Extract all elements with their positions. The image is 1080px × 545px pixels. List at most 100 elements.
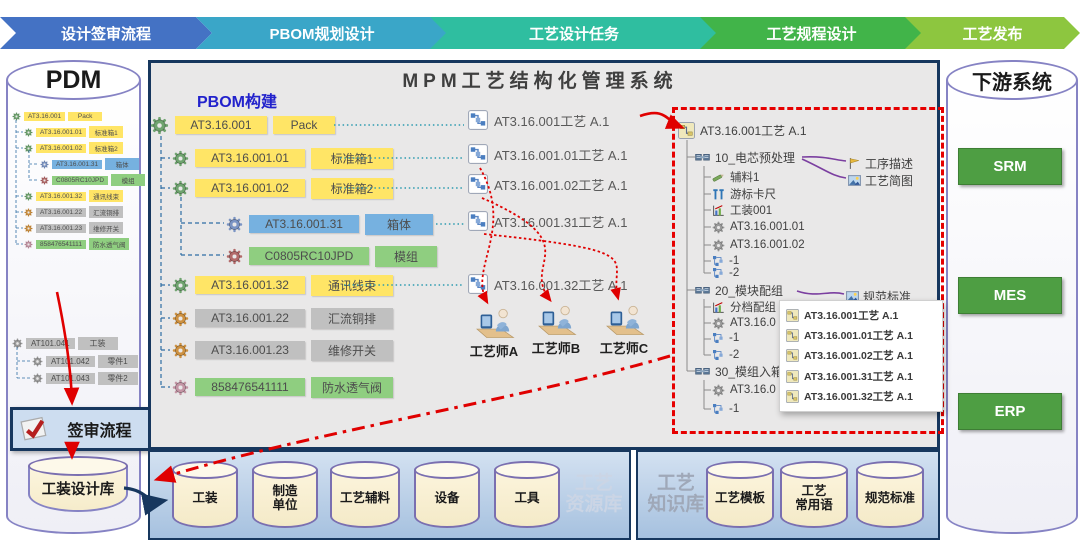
pdm-tree-row[interactable]: 858476541111防水透气阀	[24, 238, 129, 250]
banner-stage-pbom-planning[interactable]: PBOM规划设计	[196, 17, 448, 49]
part-code: AT3.16.001.02	[195, 179, 305, 197]
process-item[interactable]: AT3.16.001.32工艺 A.1	[468, 274, 627, 294]
engineer-c[interactable]: 工艺师C	[592, 303, 656, 357]
op-sketch-anno[interactable]: 工艺简图	[848, 172, 913, 189]
op-description-anno[interactable]: 工序描述	[848, 155, 913, 172]
routing-node[interactable]: 游标卡尺	[712, 186, 776, 202]
engineer-a[interactable]: 工艺师A	[462, 306, 526, 360]
routing-node[interactable]: -2	[712, 265, 739, 281]
process-item[interactable]: AT3.16.001.01工艺 A.1	[468, 144, 627, 164]
process-item-label: AT3.16.001.32工艺 A.1	[494, 275, 627, 294]
tooling-design-db[interactable]: 工装设计库	[28, 466, 128, 512]
routing-op-10[interactable]: 10_电芯预处理	[695, 149, 795, 165]
routing-node[interactable]: AT3.16.0	[712, 382, 776, 398]
db-standards[interactable]: 规范标准	[856, 470, 924, 528]
caliper-icon	[712, 188, 725, 201]
gear-icon	[712, 384, 725, 397]
part-code: AT3.16.001	[175, 116, 267, 134]
pdm-tree-row[interactable]: AT3.16.001.02标准箱2	[24, 142, 123, 154]
banner-stage-design-approval[interactable]: 设计签审流程	[0, 17, 212, 49]
node-label: AT3.16.0	[730, 317, 776, 329]
db-process-template[interactable]: 工艺模板	[706, 470, 774, 528]
pdm-tooling-row[interactable]: AT101.041工装	[12, 336, 118, 350]
popup-item[interactable]: AT3.16.001.01工艺 A.1	[786, 328, 936, 343]
process-item[interactable]: AT3.16.001工艺 A.1	[468, 110, 609, 130]
routing-node[interactable]: -2	[712, 347, 739, 363]
mini-flow-icon	[712, 349, 724, 361]
db-mfg-unit[interactable]: 制造 单位	[252, 470, 318, 528]
part-code: AT3.16.001.01	[36, 128, 86, 137]
anno-label: 工序描述	[865, 155, 913, 172]
pdm-tree-row[interactable]: AT3.16.001.31箱体	[40, 158, 139, 170]
db-label: 工具	[514, 491, 539, 505]
pdm-tree-row[interactable]: C0805RC10JPD模组	[40, 174, 145, 186]
erp-button[interactable]: ERP	[958, 393, 1062, 430]
approval-flow-box[interactable]: 签审流程	[10, 407, 153, 451]
routing-op-20[interactable]: 20_模块配组	[695, 282, 783, 298]
workbench-icon	[695, 152, 710, 163]
process-item[interactable]: AT3.16.001.02工艺 A.1	[468, 174, 627, 194]
part-code: AT101.042	[46, 356, 95, 367]
gear-icon	[712, 317, 725, 330]
material-icon	[712, 171, 725, 184]
routing-node[interactable]: AT3.16.001.01	[712, 219, 805, 235]
part-code: AT3.16.001.31	[249, 215, 359, 233]
popup-item[interactable]: AT3.16.001.31工艺 A.1	[786, 369, 936, 384]
routing-node[interactable]: 工装001	[712, 202, 772, 218]
pdm-tree-row[interactable]: AT3.16.001.32通讯线束	[24, 190, 123, 202]
pbom-row[interactable]: 858476541111防水透气阀	[172, 377, 393, 397]
pdm-tree-row[interactable]: AT3.16.001.01标准箱1	[24, 126, 123, 138]
engineer-b[interactable]: 工艺师B	[524, 303, 588, 357]
mes-button[interactable]: MES	[958, 277, 1062, 314]
routing-op-30[interactable]: 30_模组入箱	[695, 363, 783, 379]
engineer-icon	[472, 306, 516, 340]
routing-node[interactable]: 辅料1	[712, 169, 759, 185]
banner-stage-process-publish[interactable]: 工艺发布	[905, 17, 1080, 49]
process-item-label: AT3.16.001.02工艺 A.1	[494, 175, 627, 194]
db-label: 工艺辅料	[340, 491, 390, 505]
part-name: 标准箱1	[311, 148, 393, 169]
db-label: 规范标准	[865, 491, 915, 505]
routing-node[interactable]: AT3.16.001.02	[712, 237, 805, 253]
pbom-row[interactable]: AT3.16.001.22汇流铜排	[172, 308, 393, 328]
pdm-tooling-row[interactable]: AT101.042零件1	[32, 354, 138, 368]
pbom-row[interactable]: AT3.16.001.02 标准箱2	[172, 178, 393, 198]
pbom-row[interactable]: AT3.16.001Pack	[150, 115, 335, 135]
db-label: 工艺模板	[715, 491, 765, 505]
pdm-tree-row[interactable]: AT3.16.001.23维修开关	[24, 222, 123, 234]
routing-node[interactable]: AT3.16.0	[712, 315, 776, 331]
pbom-row[interactable]: C0805RC10JPD模组	[226, 246, 437, 266]
pdm-tree-row[interactable]: AT3.16.001.22汇流铜排	[24, 206, 123, 218]
db-aux-material[interactable]: 工艺辅料	[330, 470, 400, 528]
banner-stage-process-design[interactable]: 工艺规程设计	[700, 17, 923, 49]
part-name: 工装	[78, 337, 118, 350]
db-tools[interactable]: 工具	[494, 470, 560, 528]
popup-item[interactable]: AT3.16.001工艺 A.1	[786, 308, 936, 323]
pdm-tooling-row[interactable]: AT101.043零件2	[32, 371, 138, 385]
routing-node[interactable]: -1	[712, 401, 739, 417]
tooling-db-label: 工装设计库	[30, 466, 126, 510]
routing-node[interactable]: 分档配组	[712, 299, 776, 315]
pbom-row[interactable]: AT3.16.001.01标准箱1	[172, 148, 393, 168]
db-label: 工艺 常用语	[795, 484, 833, 513]
banner-stage-process-task[interactable]: 工艺设计任务	[430, 17, 718, 49]
pbom-row[interactable]: AT3.16.001.32通讯线束	[172, 275, 393, 295]
node-label: AT3.16.001.01	[730, 221, 805, 233]
db-process-phrases[interactable]: 工艺 常用语	[780, 470, 848, 528]
part-name: 标准箱2	[311, 178, 393, 199]
pbom-row[interactable]: AT3.16.001.23维修开关	[172, 340, 393, 360]
srm-button[interactable]: SRM	[958, 148, 1062, 185]
mini-flow-icon	[712, 403, 724, 415]
db-tooling[interactable]: 工装	[172, 470, 238, 528]
process-item[interactable]: AT3.16.001.31工艺 A.1	[468, 211, 627, 231]
popup-item[interactable]: AT3.16.001.32工艺 A.1	[786, 389, 936, 404]
routing-node[interactable]: -1	[712, 330, 739, 346]
db-label: 设备	[434, 491, 459, 505]
routing-root[interactable]: AT3.16.001工艺 A.1	[678, 122, 807, 138]
pdm-tree-row[interactable]: AT3.16.001Pack	[12, 110, 102, 122]
workbench-icon	[695, 366, 710, 377]
part-name: 维修开关	[89, 222, 123, 234]
popup-item[interactable]: AT3.16.001.02工艺 A.1	[786, 348, 936, 363]
db-equipment[interactable]: 设备	[414, 470, 480, 528]
pbom-row[interactable]: AT3.16.001.31箱体	[226, 214, 433, 234]
